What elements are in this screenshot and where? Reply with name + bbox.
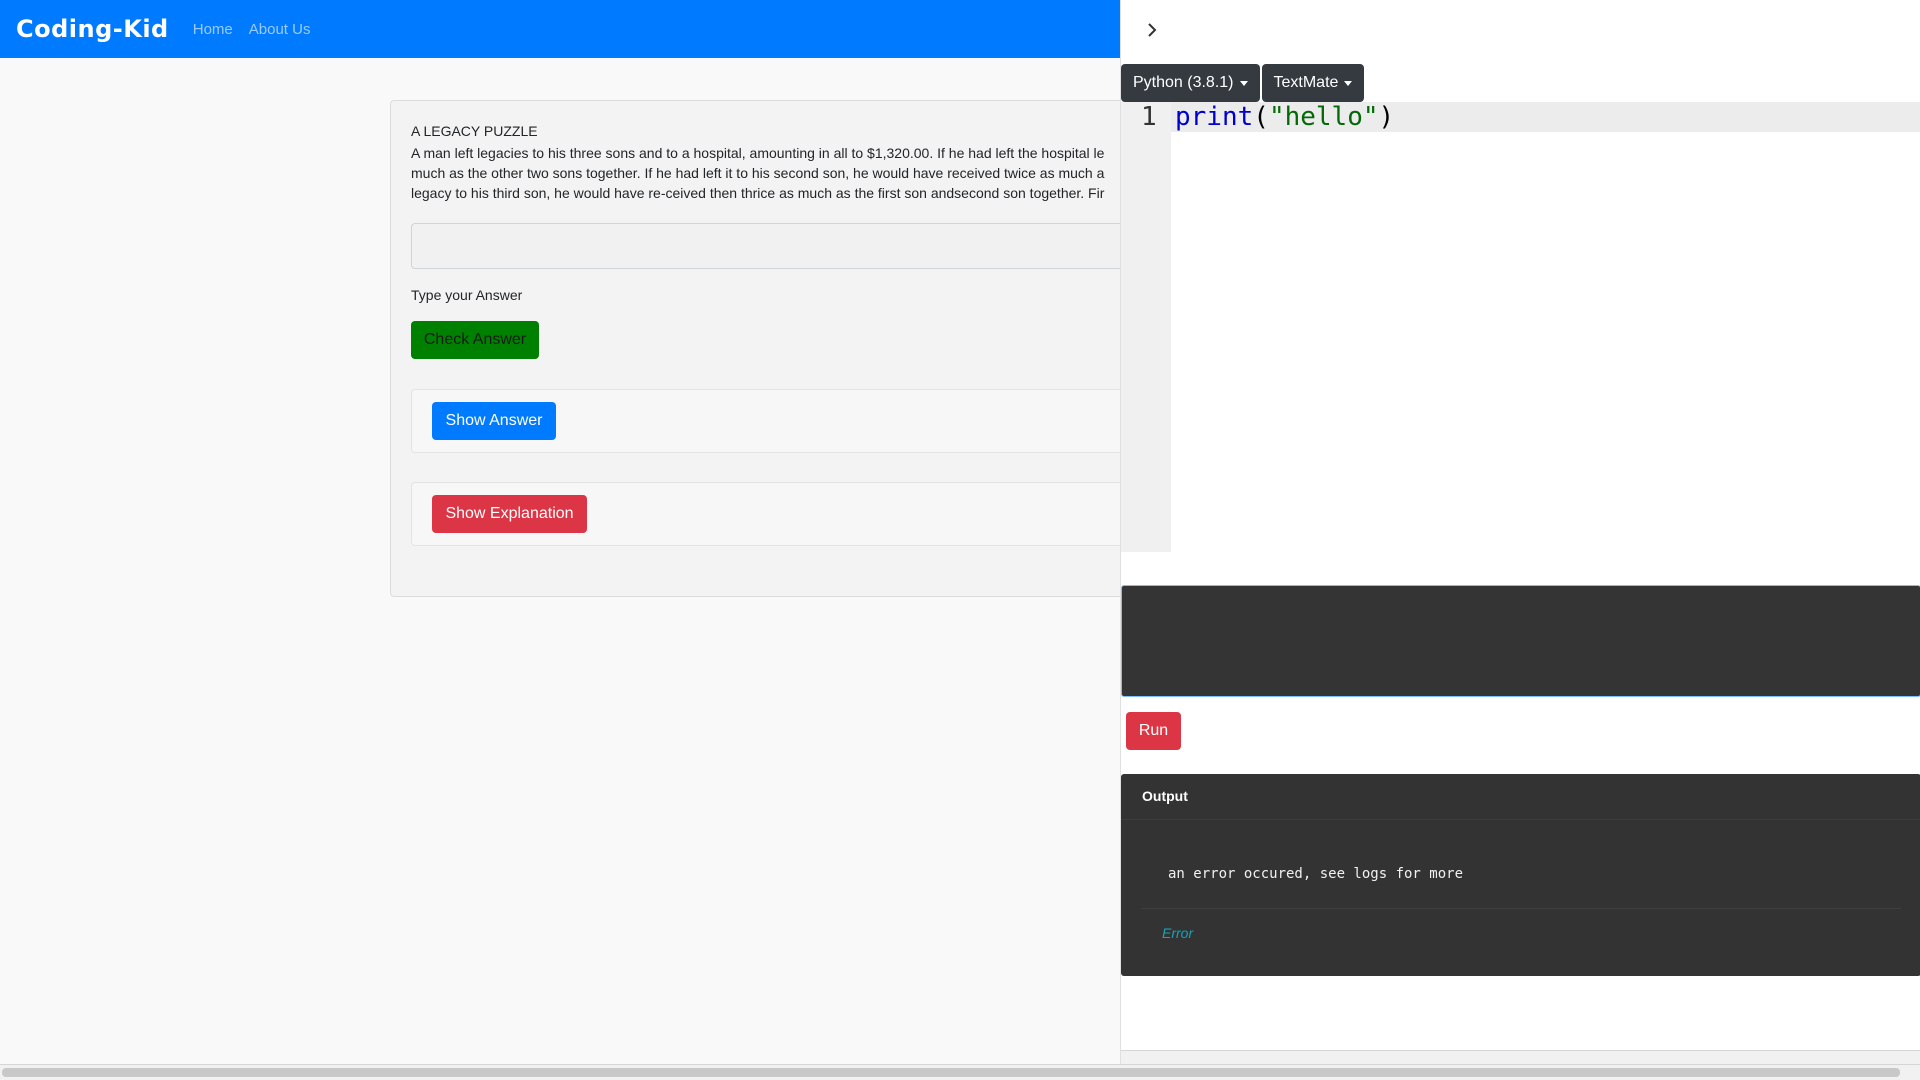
code-function: print — [1175, 102, 1254, 132]
code-paren-open: ( — [1253, 102, 1269, 132]
caret-down-icon — [1344, 80, 1353, 86]
panel-horizontal-scrollbar[interactable] — [1121, 1050, 1920, 1064]
output-status: Error — [1162, 925, 1194, 941]
question-text: A man left legacies to his three sons an… — [411, 143, 1151, 203]
run-button[interactable]: Run — [1126, 712, 1181, 750]
output-message: an error occured, see logs for more — [1168, 866, 1464, 882]
code-editor[interactable]: 1 print("hello") — [1121, 102, 1920, 552]
nav-link-home[interactable]: Home — [193, 21, 233, 38]
check-answer-button[interactable]: Check Answer — [411, 321, 539, 359]
question-line: A man left legacies to his three sons an… — [411, 145, 1105, 161]
brand-logo[interactable]: Coding-Kid — [16, 15, 169, 43]
answer-label: Type your Answer — [411, 287, 523, 303]
explanation-panel: Show Explanation — [411, 482, 1151, 546]
stdin-textarea[interactable] — [1121, 585, 1920, 697]
output-header: Output — [1121, 774, 1920, 820]
page-horizontal-scrollbar[interactable] — [0, 1064, 1920, 1080]
scrollbar-thumb[interactable] — [2, 1068, 1900, 1077]
line-gutter — [1121, 102, 1171, 552]
chevron-right-icon[interactable] — [1145, 20, 1159, 46]
output-card: Output an error occured, see logs for mo… — [1121, 774, 1920, 976]
show-explanation-button[interactable]: Show Explanation — [432, 495, 587, 533]
show-answer-button[interactable]: Show Answer — [432, 402, 556, 440]
code-line[interactable]: print("hello") — [1175, 102, 1394, 132]
language-dropdown[interactable]: Python (3.8.1) — [1121, 64, 1260, 102]
question-line: legacy to his third son, he would have r… — [411, 185, 1105, 201]
output-title: Output — [1142, 788, 1188, 804]
answer-panel: Show Answer — [411, 389, 1151, 453]
caret-down-icon — [1239, 80, 1248, 86]
output-divider — [1141, 908, 1901, 909]
theme-dropdown[interactable]: TextMate — [1261, 64, 1365, 102]
answer-input[interactable] — [411, 223, 1151, 269]
code-string: "hello" — [1268, 102, 1379, 132]
line-number: 1 — [1141, 102, 1157, 132]
question-title: A LEGACY PUZZLE — [411, 123, 538, 139]
nav-link-about[interactable]: About Us — [249, 21, 311, 38]
code-panel: Python (3.8.1) TextMate 1 print("hello")… — [1120, 0, 1920, 1080]
language-label: Python (3.8.1) — [1133, 74, 1234, 91]
code-paren-close: ) — [1378, 102, 1395, 132]
question-line: much as the other two sons together. If … — [411, 165, 1105, 181]
question-card: A LEGACY PUZZLE A man left legacies to h… — [390, 100, 1151, 597]
navbar: Coding-Kid Home About Us — [0, 0, 1120, 58]
editor-toolbar: Python (3.8.1) TextMate — [1121, 64, 1365, 102]
theme-label: TextMate — [1273, 74, 1339, 91]
